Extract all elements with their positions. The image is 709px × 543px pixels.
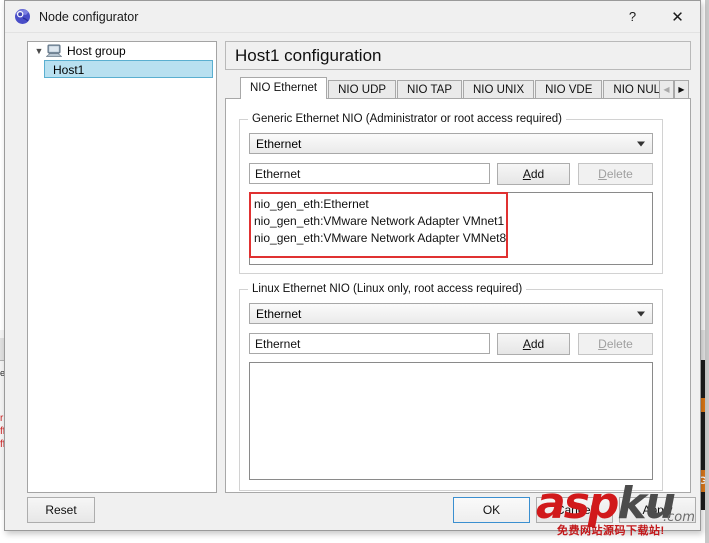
generic-delete-rest: elete: [606, 167, 633, 181]
background-right-edge: [705, 0, 709, 543]
generic-nio-list[interactable]: nio_gen_eth:Ethernet nio_gen_eth:VMware …: [249, 192, 653, 265]
reset-button[interactable]: Reset: [27, 497, 95, 523]
list-item[interactable]: nio_gen_eth:Ethernet: [254, 196, 652, 213]
ok-button[interactable]: OK: [453, 497, 530, 523]
generic-delete-button[interactable]: Delete: [578, 163, 653, 185]
window-controls: ? ✕: [610, 1, 700, 32]
page-title: Host1 configuration: [235, 45, 382, 65]
tabs-container: NIO Ethernet NIO UDP NIO TAP NIO UNIX NI…: [225, 77, 691, 493]
apply-button[interactable]: Apply: [619, 497, 696, 523]
list-item[interactable]: nio_gen_eth:VMware Network Adapter VMNet…: [254, 230, 652, 247]
node-tree-panel[interactable]: ▼ Host group Host1: [27, 41, 217, 493]
node-configurator-dialog: Node configurator ? ✕ ▼ Host group Host1…: [4, 0, 701, 531]
tab-nio-tap[interactable]: NIO TAP: [397, 80, 462, 99]
generic-add-button[interactable]: Add: [497, 163, 570, 185]
group-generic-title: Generic Ethernet NIO (Administrator or r…: [248, 113, 566, 125]
tree-item-label: Host group: [67, 44, 126, 58]
config-header: Host1 configuration: [225, 41, 691, 70]
linux-delete-button[interactable]: Delete: [578, 333, 653, 355]
generic-delete-accel: D: [598, 167, 607, 181]
generic-input-value: Ethernet: [255, 166, 301, 181]
tab-nio-vde[interactable]: NIO VDE: [535, 80, 603, 99]
title-bar: Node configurator ? ✕: [5, 1, 700, 33]
generic-combo-value: Ethernet: [256, 136, 302, 151]
chevron-down-icon[interactable]: [637, 141, 645, 146]
tab-nio-unix[interactable]: NIO UNIX: [463, 80, 535, 99]
tab-strip: NIO Ethernet NIO UDP NIO TAP NIO UNIX NI…: [225, 77, 691, 99]
close-button[interactable]: ✕: [655, 1, 700, 32]
linux-add-button[interactable]: Add: [497, 333, 570, 355]
globe-icon: [15, 9, 30, 24]
tab-scroll-right-icon[interactable]: ▶: [674, 80, 689, 99]
list-item[interactable]: nio_gen_eth:VMware Network Adapter VMnet…: [254, 213, 652, 230]
group-generic-ethernet-nio: Generic Ethernet NIO (Administrator or r…: [239, 113, 663, 274]
group-linux-title: Linux Ethernet NIO (Linux only, root acc…: [248, 283, 527, 295]
linux-interface-combobox[interactable]: Ethernet: [249, 303, 653, 324]
chevron-down-icon[interactable]: ▼: [32, 44, 46, 58]
tab-page-nio-ethernet: Generic Ethernet NIO (Administrator or r…: [225, 98, 691, 493]
linux-combo-value: Ethernet: [256, 306, 302, 321]
tree-item-host1[interactable]: Host1: [44, 60, 213, 78]
linux-add-accel: A: [522, 337, 531, 351]
linux-add-rest: dd: [530, 337, 545, 351]
linux-input-value: Ethernet: [255, 336, 301, 351]
group-linux-ethernet-nio: Linux Ethernet NIO (Linux only, root acc…: [239, 283, 663, 491]
generic-interface-input[interactable]: Ethernet: [249, 163, 490, 184]
window-title: Node configurator: [39, 9, 139, 24]
dialog-body: ▼ Host group Host1 Host1 configuration N…: [5, 32, 700, 530]
linux-nio-list[interactable]: [249, 362, 653, 480]
help-button[interactable]: ?: [610, 1, 655, 32]
computer-icon: [46, 44, 62, 57]
tab-nio-ethernet[interactable]: NIO Ethernet: [240, 77, 328, 99]
tab-scroll-left-icon[interactable]: ◀: [659, 80, 674, 99]
linux-interface-input[interactable]: Ethernet: [249, 333, 490, 354]
cancel-button[interactable]: Cancel: [536, 497, 613, 523]
tab-scroll-controls: ◀ ▶: [659, 80, 689, 99]
tab-nio-udp[interactable]: NIO UDP: [328, 80, 397, 99]
chevron-down-icon[interactable]: [637, 311, 645, 316]
tree-item-host-group[interactable]: ▼ Host group: [28, 42, 216, 60]
generic-add-rest: dd: [530, 167, 545, 181]
generic-add-accel: A: [522, 167, 531, 181]
linux-delete-accel: D: [598, 337, 607, 351]
generic-interface-combobox[interactable]: Ethernet: [249, 133, 653, 154]
linux-delete-rest: elete: [606, 337, 633, 351]
